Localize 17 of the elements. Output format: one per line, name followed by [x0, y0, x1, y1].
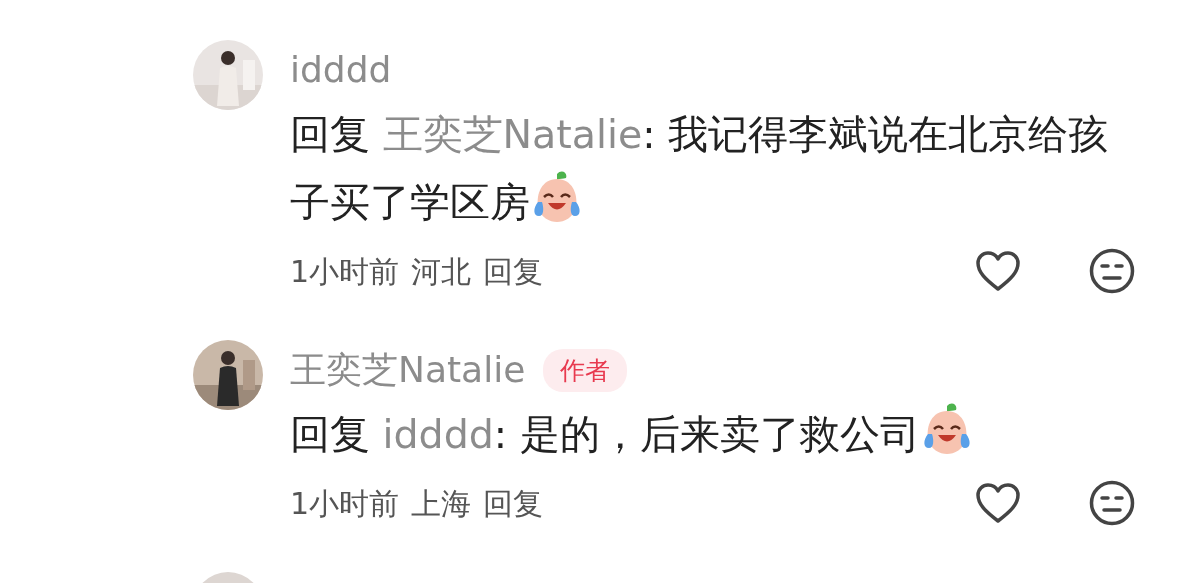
username[interactable]: 王奕芝Natalie — [290, 340, 526, 400]
reply-link[interactable]: 回复 — [483, 248, 544, 294]
author-badge: 作者 — [543, 348, 628, 392]
location: 河北 — [411, 252, 472, 291]
like-icon[interactable] — [975, 482, 1021, 524]
username[interactable]: idddd — [290, 40, 392, 100]
like-icon[interactable] — [975, 250, 1021, 292]
location: 上海 — [411, 484, 472, 523]
comment-text: 回复 王奕芝Natalie: 我记得李斌说在北京给孩子买了学区房 — [290, 111, 1109, 225]
comment-text: 回复 idddd: 是的，后来卖了救公司 — [290, 411, 974, 457]
timestamp: 1小时前 — [290, 484, 400, 523]
mention-link[interactable]: 王奕芝Natalie — [382, 111, 643, 157]
neutral-face-icon[interactable] — [1089, 480, 1135, 526]
neutral-face-icon[interactable] — [1089, 248, 1135, 294]
reply-link[interactable]: 回复 — [483, 480, 544, 526]
mention-link[interactable]: idddd — [382, 411, 494, 457]
timestamp: 1小时前 — [290, 252, 400, 291]
